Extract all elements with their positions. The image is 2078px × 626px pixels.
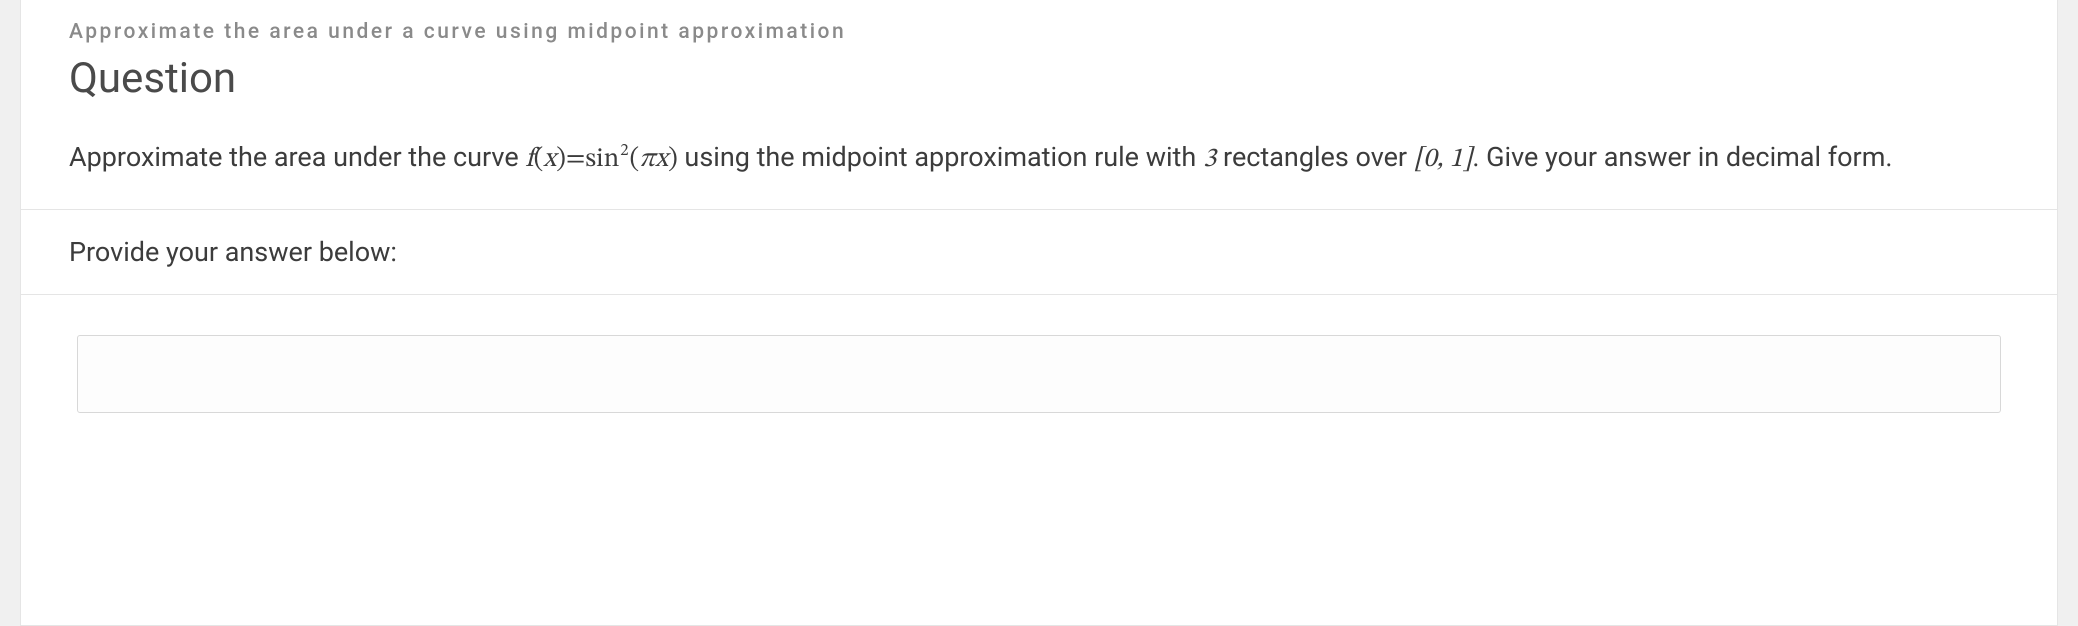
formula-exp: 2 [620,138,628,164]
formula-sin: sin [585,139,619,181]
formula-close: ) [556,139,566,181]
body-tail: rectangles over [1216,141,1413,173]
question-card: Approximate the area under a curve using… [20,0,2058,626]
topic-label: Approximate the area under a curve using… [69,20,2009,44]
answer-input-section [21,295,2057,413]
formula-x: x [543,139,556,181]
formula-pi: π [639,139,655,181]
body-close: . Give your answer in decimal form. [1472,141,1892,173]
formula-open2: ( [630,139,640,181]
question-header-section: Approximate the area under a curve using… [21,0,2057,209]
answer-prompt: Provide your answer below: [69,236,2009,268]
body-pre: Approximate the area under the curve [69,141,525,173]
formula-f: f [525,139,533,181]
body-mid: using the midpoint approximation rule wi… [678,141,1203,173]
body-rects: 3 [1203,146,1216,173]
formula-close2: ) [668,139,678,181]
formula-x2: x [655,139,668,181]
formula-open: ( [534,139,544,181]
formula: f(x) = sin2(πx) [525,139,677,181]
answer-input[interactable] [77,335,2001,413]
answer-prompt-section: Provide your answer below: [21,210,2057,294]
question-body: Approximate the area under the curve f(x… [69,137,2009,181]
question-heading: Question [69,54,2009,103]
formula-eq: = [566,139,585,181]
body-interval: [0, 1] [1414,146,1473,173]
